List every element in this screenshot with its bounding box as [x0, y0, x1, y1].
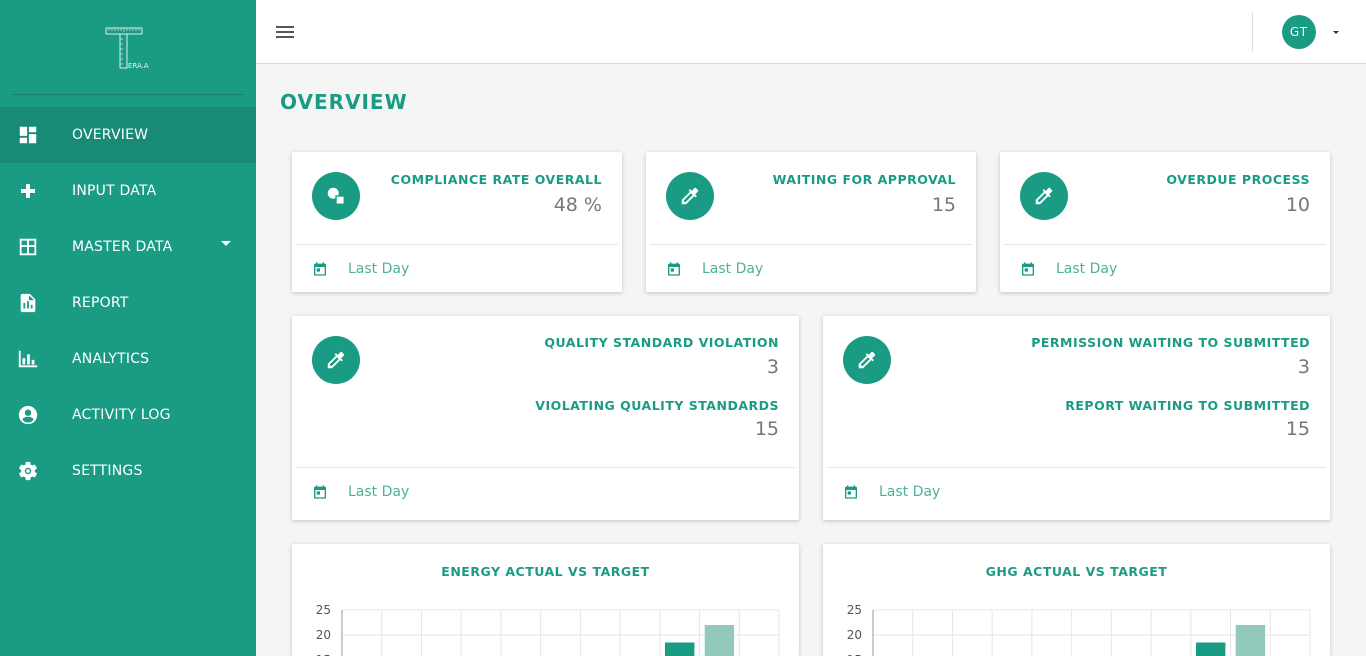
gear-icon — [16, 459, 40, 483]
eyedropper-icon — [666, 172, 714, 220]
bar-chart-icon — [16, 347, 40, 371]
shapes-icon — [312, 172, 360, 220]
card-label: REPORT WAITING TO SUBMITTED — [1065, 398, 1310, 413]
card-value: 10 — [1285, 194, 1310, 216]
card-value: 3 — [1297, 356, 1310, 378]
sidebar-item-master-data[interactable]: MASTER DATA — [0, 219, 256, 275]
sidebar-item-label: MASTER DATA — [72, 239, 173, 255]
card-footer-text: Last Day — [879, 484, 941, 500]
sidebar-nav: OVERVIEW INPUT DATA MASTER DATA REPORT A… — [0, 107, 256, 499]
energy-bar-chart: 252015 — [316, 603, 780, 656]
sidebar-item-overview[interactable]: OVERVIEW — [0, 107, 256, 163]
sidebar-item-input-data[interactable]: INPUT DATA — [0, 163, 256, 219]
chart-bar[interactable] — [704, 625, 735, 656]
card-footer-text: Last Day — [1056, 261, 1118, 277]
card-value: 15 — [1285, 418, 1310, 440]
card-footer: Last Day — [666, 261, 763, 277]
card-label: PERMISSION WAITING TO SUBMITTED — [1031, 335, 1310, 350]
logo-text: ERA.A — [128, 62, 149, 70]
eyedropper-icon — [843, 336, 891, 384]
card-value: 3 — [766, 356, 779, 378]
dashboard-icon — [16, 123, 40, 147]
page-title: OVERVIEW — [280, 90, 408, 114]
ghg-chart-card: GHG ACTUAL VS TARGET 252015 — [823, 544, 1330, 656]
compliance-rate-card: COMPLIANCE RATE OVERALL 48 % Last Day — [292, 152, 622, 292]
card-value: 15 — [931, 194, 956, 216]
hamburger-menu-icon[interactable] — [273, 20, 297, 44]
account-circle-icon — [16, 403, 40, 427]
energy-chart-card: ENERGY ACTUAL VS TARGET 252015 — [292, 544, 799, 656]
card-value: 15 — [754, 418, 779, 440]
plus-icon — [16, 179, 40, 203]
chevron-down-icon[interactable] — [221, 241, 231, 246]
y-tick-label: 25 — [847, 603, 862, 617]
sidebar-item-report[interactable]: REPORT — [0, 275, 256, 331]
chart-bar[interactable] — [664, 642, 695, 656]
app-logo[interactable]: ERA.A — [0, 0, 256, 95]
chart-bar[interactable] — [1195, 642, 1226, 656]
calendar-icon — [666, 261, 682, 277]
sidebar-item-label: ACTIVITY LOG — [72, 407, 171, 423]
calendar-icon — [1020, 261, 1036, 277]
calendar-icon — [843, 484, 859, 500]
card-label: WAITING FOR APPROVAL — [772, 172, 956, 187]
card-divider — [827, 467, 1326, 468]
user-menu-caret-icon[interactable] — [1333, 31, 1339, 34]
card-footer-text: Last Day — [702, 261, 764, 277]
y-tick-label: 20 — [316, 628, 331, 642]
y-tick-label: 25 — [316, 603, 331, 617]
sidebar-item-analytics[interactable]: ANALYTICS — [0, 331, 256, 387]
calendar-icon — [312, 484, 328, 500]
eyedropper-icon — [312, 336, 360, 384]
sidebar-item-label: ANALYTICS — [72, 351, 150, 367]
quality-violation-card: QUALITY STANDARD VIOLATION 3 VIOLATING Q… — [292, 316, 799, 520]
sidebar-item-settings[interactable]: SETTINGS — [0, 443, 256, 499]
sidebar-item-activity-log[interactable]: ACTIVITY LOG — [0, 387, 256, 443]
topbar-divider — [1252, 12, 1253, 52]
permission-waiting-card: PERMISSION WAITING TO SUBMITTED 3 REPORT… — [823, 316, 1330, 520]
ghg-bar-chart: 252015 — [847, 603, 1311, 656]
y-tick-label: 20 — [847, 628, 862, 642]
card-label: VIOLATING QUALITY STANDARDS — [535, 398, 779, 413]
card-divider — [650, 244, 972, 245]
card-value: 48 % — [553, 194, 602, 216]
card-footer-text: Last Day — [348, 261, 410, 277]
sidebar-item-label: REPORT — [72, 295, 129, 311]
calendar-icon — [312, 261, 328, 277]
card-divider — [296, 467, 795, 468]
report-file-icon — [16, 291, 40, 315]
eyedropper-icon — [1020, 172, 1068, 220]
overdue-process-card: OVERDUE PROCESS 10 Last Day — [1000, 152, 1330, 292]
sidebar-item-label: OVERVIEW — [72, 127, 149, 143]
sidebar: ERA.A OVERVIEW INPUT DATA MASTER DATA RE… — [0, 0, 256, 656]
card-footer: Last Day — [1020, 261, 1117, 277]
user-avatar[interactable]: GT — [1282, 15, 1316, 49]
sidebar-divider — [12, 94, 244, 95]
top-app-bar: GT — [256, 0, 1366, 64]
card-footer: Last Day — [843, 484, 940, 500]
sidebar-item-label: SETTINGS — [72, 463, 143, 479]
waiting-approval-card: WAITING FOR APPROVAL 15 Last Day — [646, 152, 976, 292]
table-icon — [16, 235, 40, 259]
sidebar-item-label: INPUT DATA — [72, 183, 157, 199]
card-label: COMPLIANCE RATE OVERALL — [390, 172, 602, 187]
chart-bar[interactable] — [1235, 625, 1266, 656]
card-divider — [1004, 244, 1326, 245]
card-footer: Last Day — [312, 261, 409, 277]
card-divider — [296, 244, 618, 245]
card-label: QUALITY STANDARD VIOLATION — [544, 335, 779, 350]
card-label: OVERDUE PROCESS — [1166, 172, 1310, 187]
card-footer: Last Day — [312, 484, 409, 500]
card-footer-text: Last Day — [348, 484, 410, 500]
